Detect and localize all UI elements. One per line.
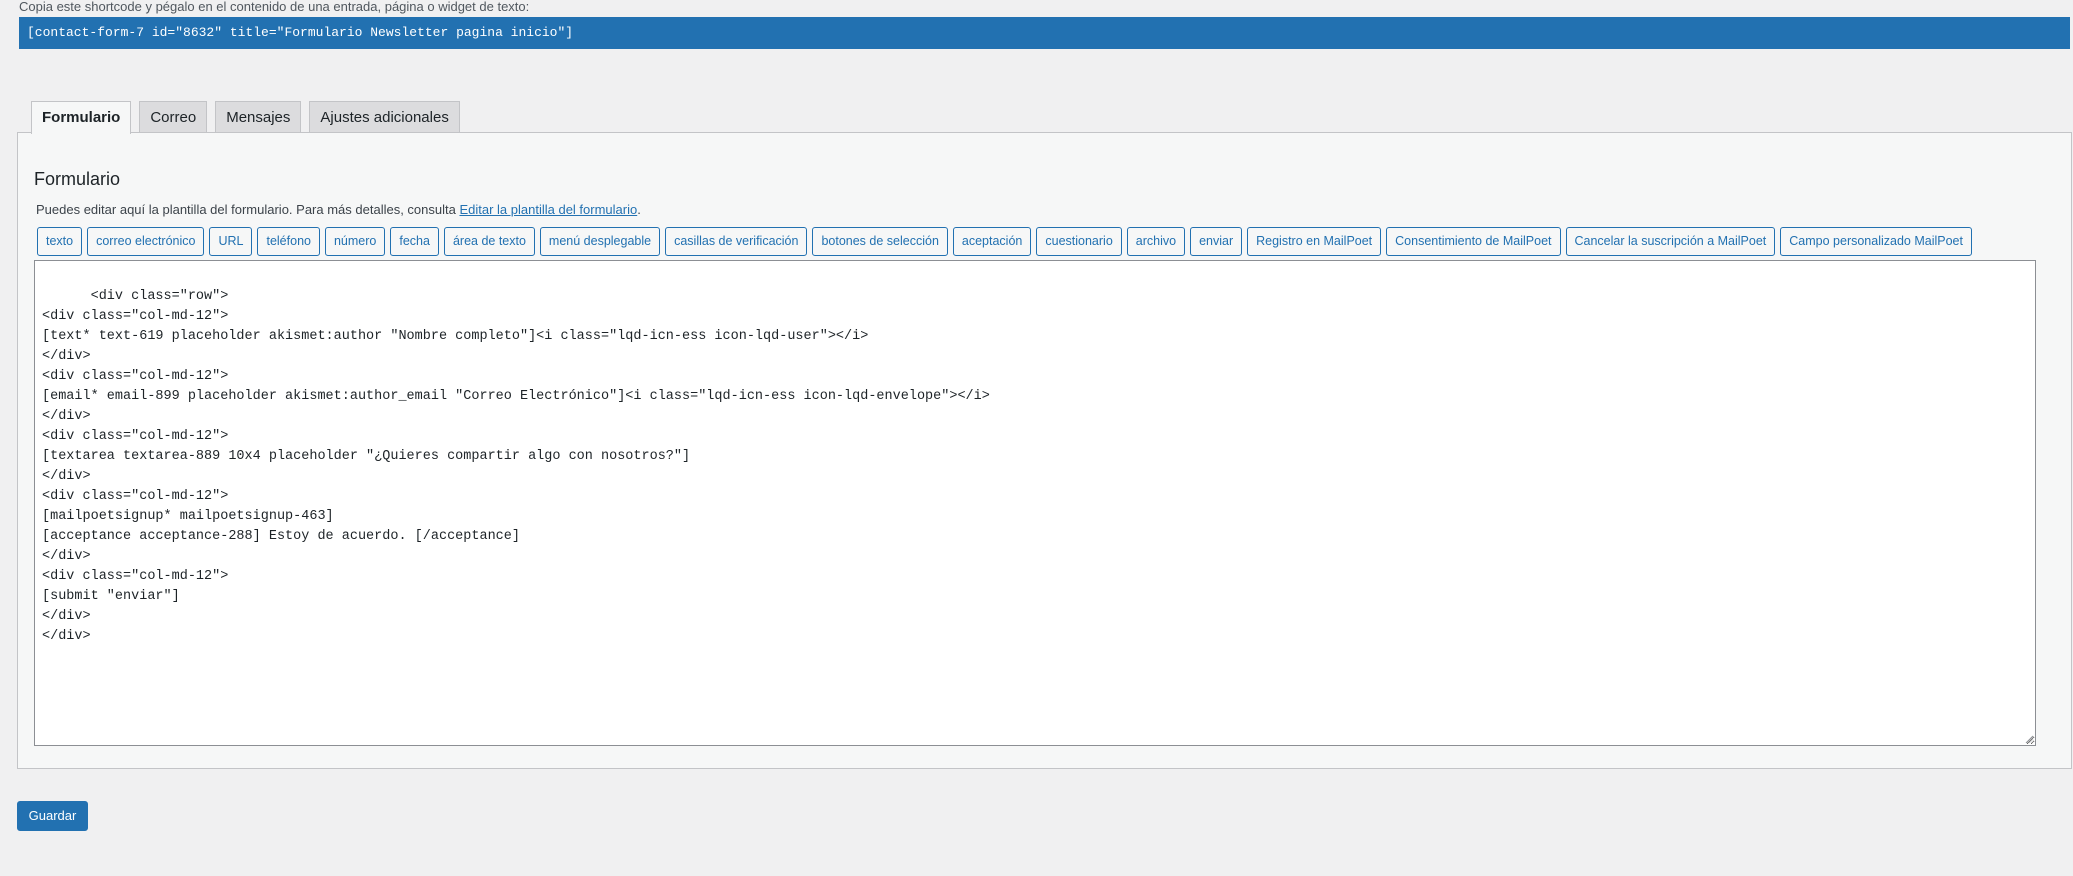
form-template-editor[interactable]: <div class="row"> <div class="col-md-12"… xyxy=(34,260,2036,746)
tab-formulario[interactable]: Formulario xyxy=(31,101,132,134)
tag-button-texto[interactable]: texto xyxy=(37,227,83,256)
tag-button-casillas-de-verificacion[interactable]: casillas de verificación xyxy=(665,227,808,256)
resize-handle-icon[interactable] xyxy=(2024,734,2034,744)
tag-button-telefono[interactable]: teléfono xyxy=(257,227,320,256)
form-template-code: <div class="row"> <div class="col-md-12"… xyxy=(42,289,990,644)
panel-description: Puedes editar aquí la plantilla del form… xyxy=(36,202,641,217)
form-panel: Formulario Puedes editar aquí la plantil… xyxy=(17,132,2072,769)
tag-button-cancelar-suscripcion-mailpoet[interactable]: Cancelar la suscripción a MailPoet xyxy=(1565,227,1776,256)
tab-mensajes[interactable]: Mensajes xyxy=(215,101,302,132)
save-button[interactable]: Guardar xyxy=(17,801,88,831)
tag-button-menu-desplegable[interactable]: menú desplegable xyxy=(539,227,661,256)
panel-description-text: Puedes editar aquí la plantilla del form… xyxy=(36,202,460,217)
tag-button-correo-electronico[interactable]: correo electrónico xyxy=(87,227,205,256)
tag-button-archivo[interactable]: archivo xyxy=(1126,227,1186,256)
tab-correo[interactable]: Correo xyxy=(139,101,208,132)
tag-button-fecha[interactable]: fecha xyxy=(390,227,439,256)
tab-ajustes-adicionales[interactable]: Ajustes adicionales xyxy=(309,101,460,132)
tag-button-botones-de-seleccion[interactable]: botones de selección xyxy=(812,227,948,256)
form-tabs: Formulario Correo Mensajes Ajustes adici… xyxy=(31,101,468,134)
tag-button-registro-mailpoet[interactable]: Registro en MailPoet xyxy=(1247,227,1382,256)
edit-template-link[interactable]: Editar la plantilla del formulario xyxy=(459,202,637,217)
panel-title: Formulario xyxy=(34,169,121,189)
tag-button-campo-personalizado-mailpoet[interactable]: Campo personalizado MailPoet xyxy=(1780,227,1972,256)
shortcode-instruction: Copia este shortcode y pégalo en el cont… xyxy=(19,0,530,14)
shortcode-field[interactable]: [contact-form-7 id="8632" title="Formula… xyxy=(19,17,2070,49)
tag-button-url[interactable]: URL xyxy=(209,227,253,256)
tag-generator-toolbar: texto correo electrónico URL teléfono nú… xyxy=(37,227,1972,256)
tag-button-numero[interactable]: número xyxy=(324,227,386,256)
tag-button-aceptacion[interactable]: aceptación xyxy=(952,227,1032,256)
tag-button-enviar[interactable]: enviar xyxy=(1190,227,1243,256)
panel-description-end: . xyxy=(637,202,641,217)
tag-button-consentimiento-mailpoet[interactable]: Consentimiento de MailPoet xyxy=(1386,227,1561,256)
contact-form-editor-page: Copia este shortcode y pégalo en el cont… xyxy=(0,0,2073,876)
tag-button-cuestionario[interactable]: cuestionario xyxy=(1036,227,1122,256)
tag-button-area-de-texto[interactable]: área de texto xyxy=(443,227,535,256)
